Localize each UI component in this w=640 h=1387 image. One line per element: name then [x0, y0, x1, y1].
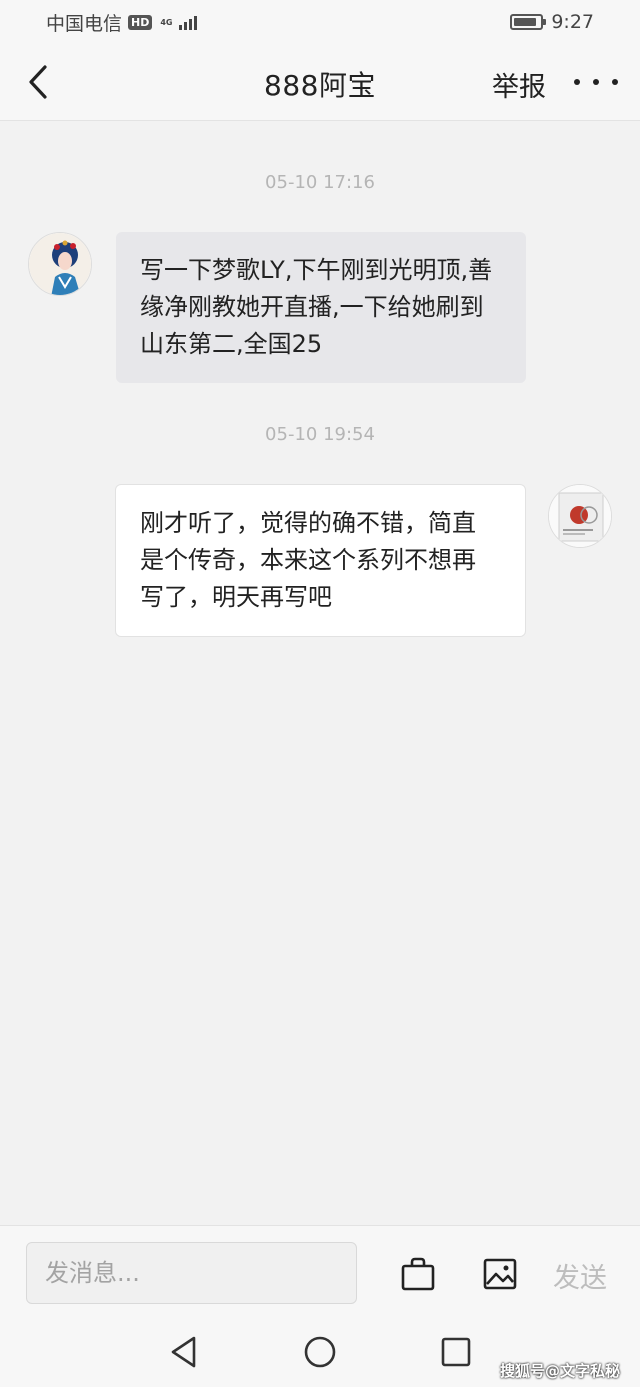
avatar-opera-icon	[29, 233, 91, 295]
network-label: 4G	[160, 17, 173, 27]
signal-icon	[178, 14, 197, 30]
more-dots-icon[interactable]	[574, 66, 618, 98]
status-left: 中国电信 HD 4G	[46, 9, 197, 36]
watermark: 搜狐号@文字私秘	[500, 1362, 621, 1380]
hd-badge: HD	[128, 14, 153, 30]
carrier-name: 中国电信	[46, 12, 123, 35]
network-type: 4G	[160, 18, 172, 27]
message-bubble-outgoing[interactable]: 刚才听了，觉得的确不错，简直是个传奇，本来这个系列不想再写了，明天再写吧	[115, 484, 526, 637]
message-input[interactable]	[26, 1242, 357, 1304]
clock: 9:27	[551, 11, 594, 33]
avatar[interactable]	[548, 484, 612, 548]
bag-icon[interactable]	[400, 1256, 436, 1292]
image-icon[interactable]	[482, 1256, 518, 1292]
avatar[interactable]	[28, 232, 92, 296]
chat-header: 888阿宝 举报	[0, 44, 640, 121]
message-bubble-incoming[interactable]: 写一下梦歌LY,下午刚到光明顶,善缘净刚教她开直播,一下给她刷到山东第二,全国2…	[116, 232, 526, 383]
message-list[interactable]: 05-10 17:16 写一下梦歌LY,下午刚到光明顶,善缘净刚教她开直播,一下…	[0, 122, 640, 1224]
square-recent-icon[interactable]	[440, 1335, 472, 1369]
triangle-back-icon[interactable]	[168, 1335, 200, 1369]
avatar-book-icon	[549, 485, 611, 547]
status-bar: 中国电信 HD 4G 9:27	[0, 0, 640, 44]
circle-home-icon[interactable]	[303, 1335, 336, 1369]
timestamp: 05-10 19:54	[265, 424, 375, 445]
input-bar: 发送	[0, 1225, 640, 1315]
battery-icon	[510, 14, 547, 30]
timestamp: 05-10 17:16	[265, 172, 375, 193]
send-button[interactable]: 发送	[553, 1256, 607, 1295]
status-right: 9:27	[510, 11, 594, 33]
report-button[interactable]: 举报	[492, 65, 546, 104]
